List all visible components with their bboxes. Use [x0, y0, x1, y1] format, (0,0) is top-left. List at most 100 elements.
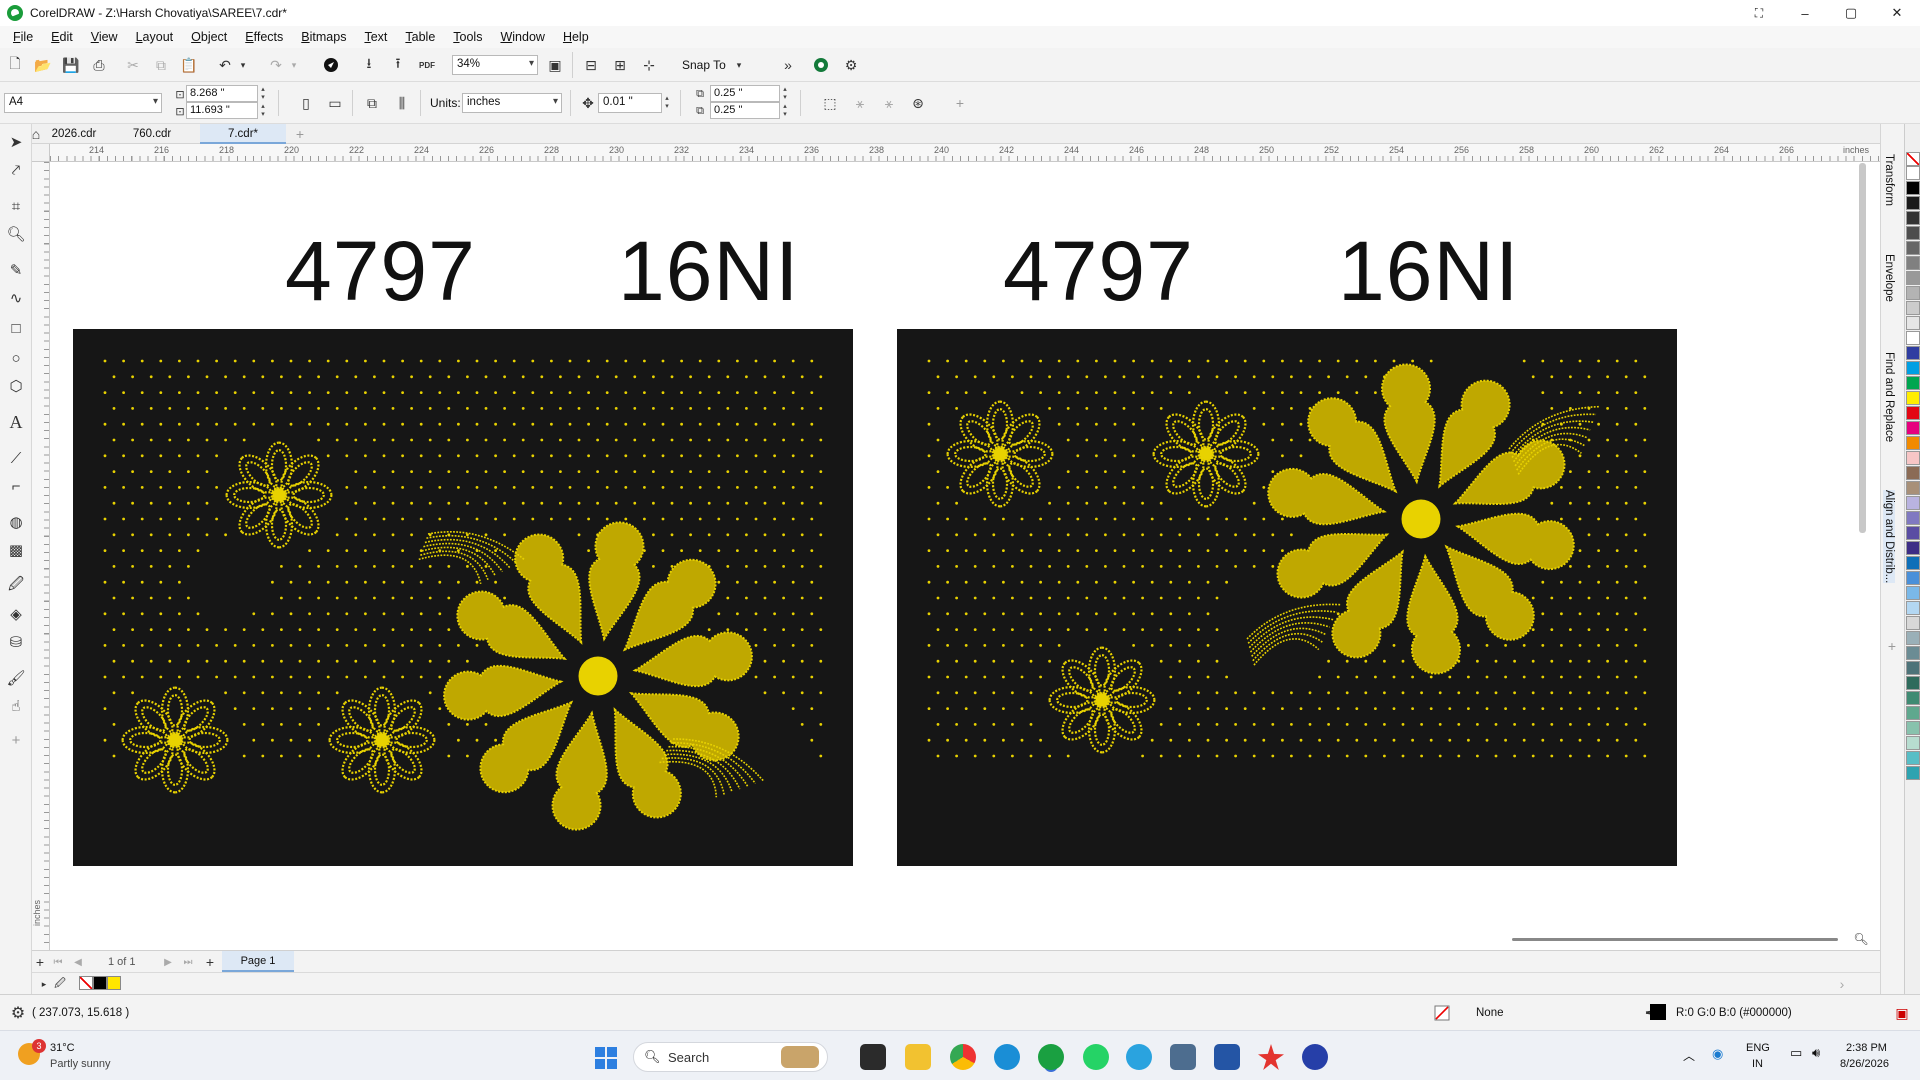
palette-swatch[interactable]	[1906, 346, 1920, 360]
previous-page-icon[interactable]: ◀	[68, 952, 88, 972]
zoom-tool-icon[interactable]: 🔍︎	[6, 224, 26, 244]
eyedropper-tool-icon[interactable]: 🖉	[6, 576, 26, 596]
palette-swatch[interactable]	[1906, 661, 1920, 675]
palette-swatch[interactable]	[1906, 391, 1920, 405]
overflow-icon[interactable]: »	[778, 55, 798, 75]
redo-icon[interactable]: ↷	[266, 55, 286, 75]
swatch-yellow[interactable]	[107, 976, 121, 990]
cut-icon[interactable]: ✂	[123, 55, 143, 75]
text-tool-icon[interactable]: A	[6, 412, 26, 432]
star-app-icon[interactable]	[1258, 1044, 1284, 1070]
color-proof-icon[interactable]: ▣	[1892, 1003, 1912, 1023]
volume-icon[interactable]: 🔊︎	[1812, 1045, 1820, 1061]
task-view-icon[interactable]	[860, 1044, 886, 1070]
menu-edit[interactable]: Edit	[44, 30, 84, 44]
horizontal-scrollbar[interactable]	[1512, 938, 1838, 941]
menu-layout[interactable]: Layout	[129, 30, 185, 44]
treat-as-filled-icon[interactable]: ⚹	[850, 93, 870, 113]
tab-7[interactable]: 7.cdr*	[200, 124, 286, 144]
docker-tab-transform[interactable]: Transform	[1883, 154, 1895, 206]
palette-swatch[interactable]	[1906, 331, 1920, 345]
pick-tool-icon[interactable]: ➤	[6, 132, 26, 152]
current-page-icon[interactable]: ⫼	[392, 93, 412, 113]
zoom-navigator-icon[interactable]: 🔍︎	[1851, 929, 1871, 949]
ellipse-tool-icon[interactable]: ○	[6, 348, 26, 368]
menu-object[interactable]: Object	[184, 30, 238, 44]
palette-swatch[interactable]	[1906, 646, 1920, 660]
clock-date[interactable]: 8/26/2026	[1840, 1058, 1889, 1070]
palette-swatch[interactable]	[1906, 631, 1920, 645]
portrait-icon[interactable]: ▯	[296, 93, 316, 113]
palette-swatch[interactable]	[1906, 751, 1920, 765]
vertical-ruler[interactable]: inches	[32, 162, 50, 950]
search-content-icon[interactable]	[321, 55, 341, 75]
nudge-distance-input[interactable]: 0.01 "	[598, 93, 662, 113]
add-icon[interactable]: +	[950, 93, 970, 113]
saree-panel-right[interactable]	[897, 329, 1677, 866]
whatsapp-icon[interactable]	[1083, 1044, 1109, 1070]
page-tab-1[interactable]: Page 1	[222, 951, 294, 972]
print-icon[interactable]: ⎙	[89, 55, 109, 75]
swatch-none[interactable]	[79, 976, 93, 990]
account-icon[interactable]: ⛶	[1736, 0, 1782, 26]
palette-swatch[interactable]	[1906, 181, 1920, 195]
network-icon[interactable]: ◉	[1712, 1046, 1723, 1062]
menu-view[interactable]: View	[84, 30, 129, 44]
interactive-fill-icon[interactable]: ◈	[6, 604, 26, 624]
chrome-icon[interactable]	[950, 1044, 976, 1070]
palette-swatch[interactable]	[1906, 256, 1920, 270]
export-icon[interactable]: ⭱	[388, 55, 408, 75]
clock-time[interactable]: 2:38 PM	[1846, 1042, 1887, 1054]
palette-swatch[interactable]	[1906, 451, 1920, 465]
palette-swatch[interactable]	[1906, 706, 1920, 720]
palette-swatch[interactable]	[1906, 421, 1920, 435]
docker-tab-envelope[interactable]: Envelope	[1883, 254, 1895, 302]
palette-swatch[interactable]	[1906, 376, 1920, 390]
palette-swatch[interactable]	[1906, 526, 1920, 540]
close-button[interactable]: ✕	[1874, 0, 1920, 26]
tab-760[interactable]: 760.cdr	[118, 124, 186, 144]
home-icon[interactable]: ⌂	[26, 124, 46, 144]
page-width-spinner[interactable]: ▴ ▾	[258, 85, 268, 102]
publish-pdf-icon[interactable]: PDF	[417, 55, 437, 75]
add-docker-icon[interactable]: +	[1882, 636, 1902, 656]
docker-tab-find-replace[interactable]: Find and Replace	[1883, 352, 1895, 442]
shape-tool-icon[interactable]: ⤤	[6, 160, 26, 180]
smart-fill-icon[interactable]: ⛁	[6, 632, 26, 652]
design-name-right[interactable]: 16NI	[1338, 223, 1519, 320]
palette-swatch[interactable]	[1906, 241, 1920, 255]
swatch-black[interactable]	[93, 976, 107, 990]
palette-swatch[interactable]	[1906, 316, 1920, 330]
tray-chevron-icon[interactable]: ︿	[1683, 1047, 1695, 1064]
undo-dropdown-icon[interactable]: ▾	[233, 55, 253, 75]
palette-swatch[interactable]	[1906, 601, 1920, 615]
palette-swatch[interactable]	[1906, 691, 1920, 705]
palette-swatch[interactable]	[1906, 301, 1920, 315]
show-rulers-icon[interactable]: ⊟	[581, 55, 601, 75]
palette-swatch[interactable]	[1906, 616, 1920, 630]
design-code-left[interactable]: 4797	[285, 223, 476, 320]
snap-to-chevron-icon[interactable]: ▾	[729, 55, 749, 75]
calculator-icon[interactable]	[1170, 1044, 1196, 1070]
palette-swatch[interactable]	[1906, 586, 1920, 600]
palette-swatch[interactable]	[1906, 271, 1920, 285]
landscape-icon[interactable]: ▭	[325, 93, 345, 113]
word-app-icon[interactable]	[1214, 1044, 1240, 1070]
palette-swatch[interactable]	[1906, 481, 1920, 495]
start-icon[interactable]	[595, 1047, 617, 1069]
design-name-left[interactable]: 16NI	[618, 223, 799, 320]
palette-swatch[interactable]	[1906, 166, 1920, 180]
palette-swatch[interactable]	[1906, 541, 1920, 555]
duplicate-distance-x-input[interactable]: 0.25 "	[710, 85, 780, 102]
palette-swatch[interactable]	[1906, 496, 1920, 510]
welcome-screen-icon[interactable]	[811, 55, 831, 75]
horizontal-ruler[interactable]: 214 216 218 220 222 224 226 228 230 232 …	[50, 144, 1880, 162]
menu-window[interactable]: Window	[493, 30, 555, 44]
palette-swatch[interactable]	[1906, 196, 1920, 210]
page-height-input[interactable]: 11.693 "	[186, 102, 258, 119]
palette-swatch[interactable]	[1906, 766, 1920, 780]
add-page-icon[interactable]: +	[30, 952, 50, 972]
units-select[interactable]: inches	[462, 93, 562, 113]
saree-panel-left[interactable]	[73, 329, 853, 866]
duplicate-x-spinner[interactable]: ▴ ▾	[780, 85, 790, 102]
